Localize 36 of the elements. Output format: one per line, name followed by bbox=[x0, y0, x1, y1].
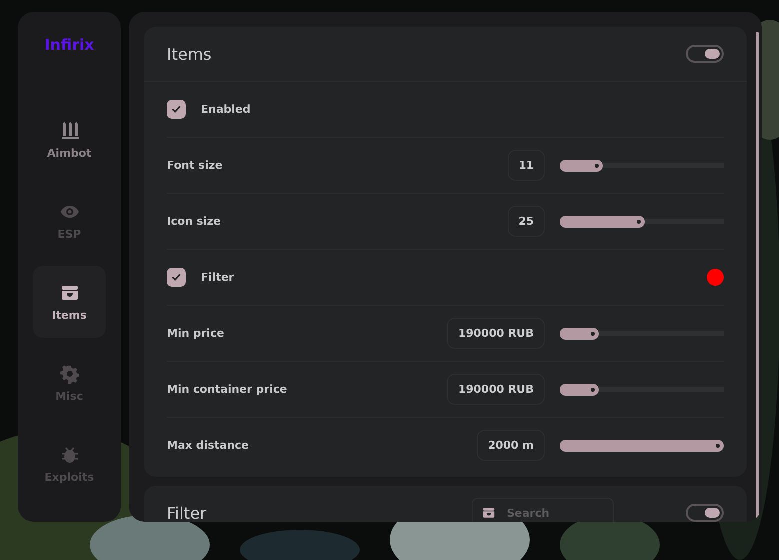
setting-label: Min price bbox=[167, 327, 224, 340]
slider-thumb[interactable] bbox=[716, 444, 720, 448]
setting-label: Min container price bbox=[167, 383, 288, 396]
value-field[interactable]: 190000 RUB bbox=[447, 374, 545, 405]
toggle-switch[interactable] bbox=[686, 45, 724, 63]
toggle-switch[interactable] bbox=[686, 504, 724, 522]
box-icon bbox=[482, 506, 496, 520]
slider-thumb[interactable] bbox=[594, 164, 599, 168]
setting-label: Font size bbox=[167, 159, 223, 172]
setting-label: Icon size bbox=[167, 215, 222, 228]
slider[interactable] bbox=[560, 216, 724, 228]
slider-thumb[interactable] bbox=[637, 220, 642, 224]
sidebar-tab[interactable]: Aimbot bbox=[33, 104, 106, 176]
color-swatch[interactable] bbox=[707, 269, 724, 286]
section-title: Filter bbox=[167, 504, 208, 522]
value-field[interactable]: 190000 RUB bbox=[447, 318, 545, 349]
ammo-icon bbox=[60, 120, 80, 140]
checkbox[interactable] bbox=[167, 268, 186, 287]
section-title: Items bbox=[167, 44, 213, 64]
value-field[interactable]: 25 bbox=[508, 206, 545, 237]
value-field[interactable]: 2000 m bbox=[477, 430, 545, 461]
value-field[interactable]: 11 bbox=[508, 150, 545, 181]
check-icon bbox=[171, 104, 182, 115]
slider[interactable] bbox=[560, 440, 724, 452]
check-icon bbox=[171, 272, 182, 283]
gear-icon bbox=[60, 364, 80, 384]
setting-label: Max distance bbox=[167, 439, 249, 452]
checkbox[interactable] bbox=[167, 100, 186, 119]
slider-thumb[interactable] bbox=[591, 388, 596, 392]
setting-label: Enabled bbox=[201, 103, 251, 116]
setting-label: Filter bbox=[201, 271, 234, 284]
slider-thumb[interactable] bbox=[591, 332, 596, 336]
search-field[interactable]: Search bbox=[472, 498, 614, 522]
logo-text: Infirix bbox=[44, 36, 94, 54]
bug-icon bbox=[60, 444, 80, 464]
sidebar-tab[interactable]: Items bbox=[33, 266, 106, 338]
